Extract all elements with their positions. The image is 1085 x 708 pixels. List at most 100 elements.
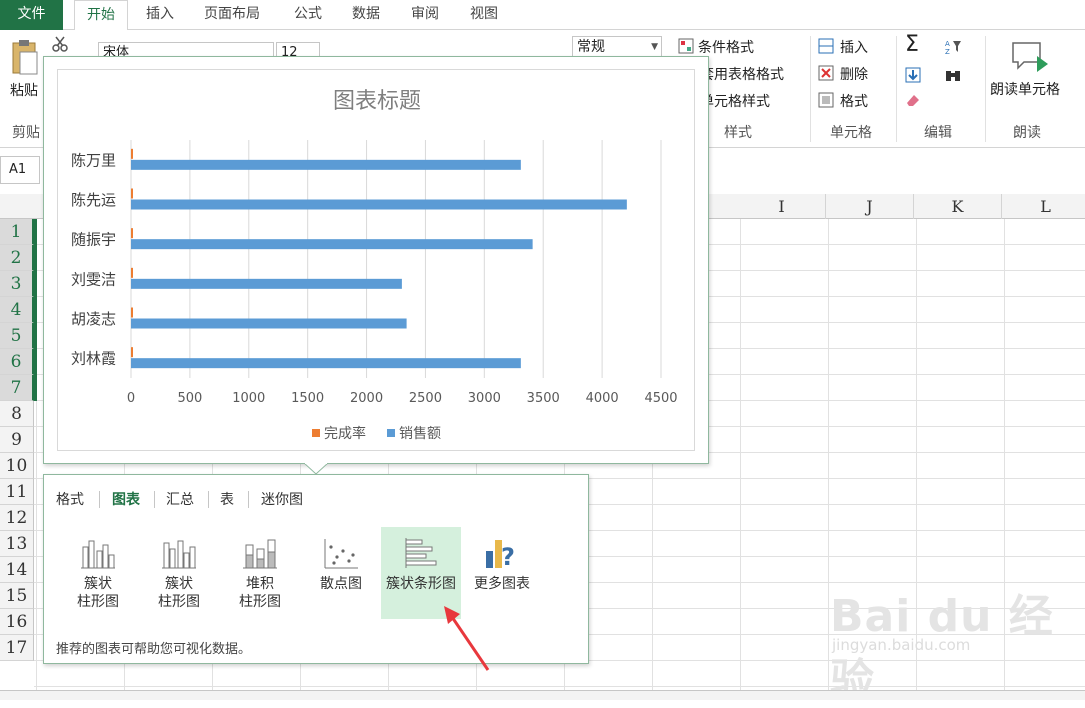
qa-tab-divider <box>208 491 209 508</box>
qa-tab-charts[interactable]: 图表 <box>112 489 140 509</box>
row-header-7[interactable]: 7 <box>0 375 34 401</box>
tab-page-layout[interactable]: 页面布局 <box>192 0 272 30</box>
qa-tab-divider <box>248 491 249 508</box>
row-header-17[interactable]: 17 <box>0 635 34 661</box>
sheet-tabs-bar <box>0 690 1085 700</box>
group-divider <box>810 36 811 142</box>
speak-cell-button[interactable]: 朗读单元格 <box>990 79 1060 99</box>
qa-item-label: 柱形图 <box>77 594 119 610</box>
conditional-format-button[interactable]: 条件格式 <box>698 37 754 57</box>
baidu-watermark-url: jingyan.baidu.com <box>832 636 971 654</box>
tab-insert[interactable]: 插入 <box>134 0 186 30</box>
row-header-16[interactable]: 16 <box>0 609 34 635</box>
tab-view[interactable]: 视图 <box>458 0 510 30</box>
qa-tab-divider <box>99 491 100 508</box>
paste-button[interactable]: 粘贴 <box>10 80 38 100</box>
styles-group-label: 样式 <box>724 125 752 141</box>
tab-review[interactable]: 审阅 <box>399 0 451 30</box>
qa-tab-sparklines[interactable]: 迷你图 <box>261 489 303 509</box>
row-header-10[interactable]: 10 <box>0 453 34 479</box>
row-header-8[interactable]: 8 <box>0 401 34 427</box>
bar-sales <box>131 159 521 170</box>
bar-completion-rate <box>131 148 133 159</box>
cell-style-button[interactable]: 单元格样式 <box>700 91 770 111</box>
row-header-15[interactable]: 15 <box>0 583 34 609</box>
qa-tab-format[interactable]: 格式 <box>56 489 84 509</box>
x-tick-label: 1500 <box>291 391 324 406</box>
category-label: 刘雯洁 <box>71 270 116 288</box>
tab-file[interactable]: 文件 <box>0 0 63 30</box>
group-divider <box>896 36 897 142</box>
row-header-13[interactable]: 13 <box>0 531 34 557</box>
tab-data[interactable]: 数据 <box>340 0 392 30</box>
svg-text:A: A <box>945 40 950 48</box>
name-box[interactable]: A1 <box>0 156 40 184</box>
bar-completion-rate <box>131 188 133 199</box>
qa-item-clustered-column[interactable]: 簇状 柱形图 <box>58 527 138 619</box>
qa-item-scatter[interactable]: 散点图 <box>301 527 381 619</box>
sort-filter-icon[interactable]: A Z <box>945 38 961 54</box>
selection-border <box>34 219 37 401</box>
row-header-1[interactable]: 1 <box>0 219 34 245</box>
chart-title: 图表标题 <box>333 89 421 114</box>
conditional-format-icon <box>678 38 694 54</box>
category-label: 随振宇 <box>71 231 116 249</box>
column-header-k[interactable]: K <box>914 194 1002 219</box>
clustered-bar-icon <box>405 538 437 568</box>
clustered-column-icon <box>162 540 196 569</box>
read-group-label: 朗读 <box>1013 125 1041 141</box>
autosum-icon[interactable]: Σ <box>905 32 919 57</box>
row-header-2[interactable]: 2 <box>0 245 34 271</box>
tab-home[interactable]: 开始 <box>74 0 128 31</box>
column-header-l[interactable]: L <box>1002 194 1085 219</box>
category-label: 胡凌志 <box>71 310 116 328</box>
ribbon-tab-bar: 文件 开始 插入 页面布局 公式 数据 审阅 视图 <box>0 0 1085 31</box>
chart-preview: 图表标题 0 500 1000 1500 2000 2500 3000 3500 4000 4500… <box>43 56 709 464</box>
x-tick-label: 4500 <box>644 391 677 406</box>
delete-cells-button[interactable]: 删除 <box>840 64 868 84</box>
chart-area: 图表标题 0 500 1000 1500 2000 2500 3000 3500 4000 4500… <box>57 69 695 451</box>
table-format-button[interactable]: 套用表格格式 <box>700 64 784 84</box>
fill-icon[interactable] <box>905 67 921 83</box>
delete-cells-icon <box>818 65 834 81</box>
row-header-4[interactable]: 4 <box>0 297 34 323</box>
insert-cells-button[interactable]: 插入 <box>840 37 868 57</box>
bar-chart: 图表标题 0 500 1000 1500 2000 2500 3000 3500 4000 4500… <box>71 89 678 442</box>
speak-cell-icon[interactable] <box>1010 40 1050 74</box>
annotation-arrow <box>444 606 490 671</box>
category-label: 陈先运 <box>71 191 116 209</box>
row-header-12[interactable]: 12 <box>0 505 34 531</box>
row-header-6[interactable]: 6 <box>0 349 34 375</box>
qa-item-label: 堆积 <box>246 576 274 592</box>
clipboard-group-label: 剪贴 <box>12 125 40 141</box>
row-header-5[interactable]: 5 <box>0 323 34 349</box>
row-header-9[interactable]: 9 <box>0 427 34 453</box>
cut-icon[interactable] <box>52 36 68 52</box>
clear-icon[interactable] <box>905 92 921 108</box>
qa-tab-totals[interactable]: 汇总 <box>166 489 194 509</box>
x-tick-label: 2000 <box>350 391 383 406</box>
row-header-11[interactable]: 11 <box>0 479 34 505</box>
qa-item-stacked-column[interactable]: 堆积 柱形图 <box>220 527 300 619</box>
number-format-select[interactable]: 常规 ▼ <box>572 36 662 58</box>
column-header-j[interactable]: J <box>826 194 914 219</box>
row-header-3[interactable]: 3 <box>0 271 34 297</box>
category-label: 刘林霞 <box>71 350 116 368</box>
qa-item-label: 簇状 <box>84 576 112 592</box>
x-tick-label: 3000 <box>468 391 501 406</box>
tab-formulas[interactable]: 公式 <box>282 0 334 30</box>
x-tick-label: 500 <box>177 391 202 406</box>
qa-footer-hint: 推荐的图表可帮助您可视化数据。 <box>56 642 252 657</box>
column-header-i[interactable]: I <box>738 194 826 219</box>
insert-cells-icon <box>818 38 834 54</box>
format-cells-button[interactable]: 格式 <box>840 91 868 111</box>
row-header-14[interactable]: 14 <box>0 557 34 583</box>
qa-tab-tables[interactable]: 表 <box>220 489 234 509</box>
paste-icon[interactable] <box>10 38 40 76</box>
qa-item-label: 更多图表 <box>474 576 530 592</box>
find-icon[interactable] <box>945 67 961 83</box>
row-header: 1 2 3 4 5 6 7 8 9 10 11 12 13 14 15 16 17 <box>0 219 34 700</box>
svg-text:Z: Z <box>945 48 950 54</box>
legend-swatch <box>312 429 320 437</box>
qa-item-clustered-column-2[interactable]: 簇状 柱形图 <box>139 527 219 619</box>
